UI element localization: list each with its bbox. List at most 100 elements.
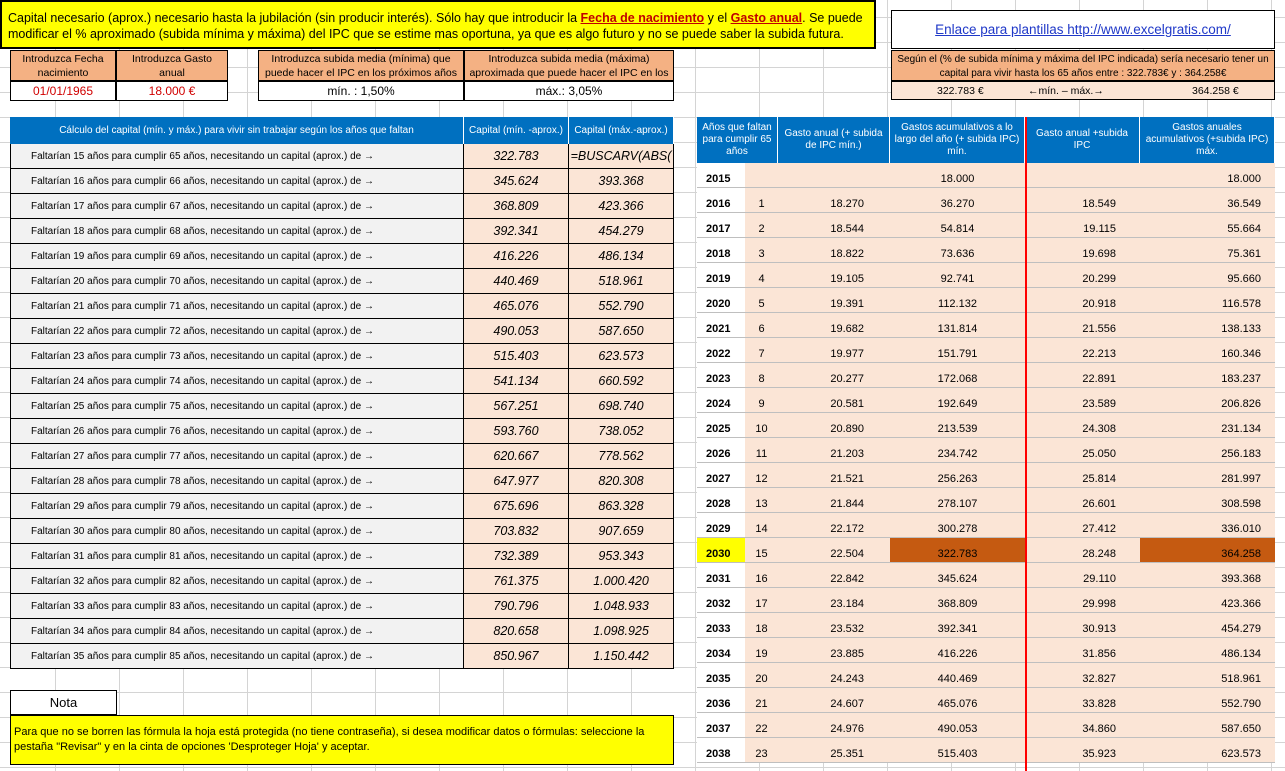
capital-row-description[interactable]: Faltarían 17 años para cumplir 67 años, … (10, 194, 464, 218)
year-row-years-left[interactable]: 22 (745, 713, 778, 737)
year-row-year[interactable]: 2022 (697, 338, 745, 362)
year-row-year[interactable]: 2033 (697, 613, 745, 637)
year-row-accum-min[interactable]: 515.403 (890, 738, 1025, 762)
year-row-year[interactable]: 2021 (697, 313, 745, 337)
capital-row-min[interactable]: 541.134 (464, 369, 569, 393)
year-row-annual-max[interactable]: 22.213 (1025, 338, 1140, 362)
year-row-accum-min[interactable]: 192.649 (890, 388, 1025, 412)
capital-row-description[interactable]: Faltarían 23 años para cumplir 73 años, … (10, 344, 464, 368)
capital-row-description[interactable]: Faltarían 29 años para cumplir 79 años, … (10, 494, 464, 518)
year-row-annual-max[interactable] (1025, 163, 1140, 187)
year-row-annual-min[interactable]: 20.277 (778, 363, 890, 387)
capital-row-max[interactable]: 1.000.420 (569, 569, 674, 593)
capital-row-description[interactable]: Faltarían 30 años para cumplir 80 años, … (10, 519, 464, 543)
year-row-annual-min[interactable]: 19.391 (778, 288, 890, 312)
capital-row-max[interactable]: 423.366 (569, 194, 674, 218)
capital-row-min[interactable]: 567.251 (464, 394, 569, 418)
year-row-accum-max[interactable]: 36.549 (1140, 188, 1275, 212)
year-row-annual-min[interactable]: 23.885 (778, 638, 890, 662)
year-row-accum-max[interactable]: 138.133 (1140, 313, 1275, 337)
year-row-years-left[interactable]: 8 (745, 363, 778, 387)
capital-row-description[interactable]: Faltarían 33 años para cumplir 83 años, … (10, 594, 464, 618)
year-row-accum-max[interactable]: 393.368 (1140, 563, 1275, 587)
capital-row-max[interactable]: =BUSCARV(ABS( (569, 144, 674, 168)
capital-row-min[interactable]: 416.226 (464, 244, 569, 268)
year-row-year[interactable]: 2018 (697, 238, 745, 262)
year-row-accum-max[interactable]: 183.237 (1140, 363, 1275, 387)
year-row-years-left[interactable]: 10 (745, 413, 778, 437)
capital-row-min[interactable]: 703.832 (464, 519, 569, 543)
year-row-years-left[interactable]: 15 (745, 538, 778, 562)
capital-row-min[interactable]: 322.783 (464, 144, 569, 168)
year-row-annual-min[interactable]: 24.243 (778, 663, 890, 687)
year-row-annual-max[interactable]: 25.814 (1025, 463, 1140, 487)
year-row-annual-min[interactable]: 22.504 (778, 538, 890, 562)
year-row-annual-max[interactable]: 31.856 (1025, 638, 1140, 662)
year-row-years-left[interactable]: 21 (745, 688, 778, 712)
year-row-annual-max[interactable]: 20.918 (1025, 288, 1140, 312)
year-row-annual-max[interactable]: 29.998 (1025, 588, 1140, 612)
capital-row-min[interactable]: 820.658 (464, 619, 569, 643)
year-row-year[interactable]: 2023 (697, 363, 745, 387)
capital-row-min[interactable]: 761.375 (464, 569, 569, 593)
year-row-accum-max[interactable]: 206.826 (1140, 388, 1275, 412)
year-row-year[interactable]: 2036 (697, 688, 745, 712)
year-row-accum-max[interactable]: 116.578 (1140, 288, 1275, 312)
capital-row-description[interactable]: Faltarían 18 años para cumplir 68 años, … (10, 219, 464, 243)
capital-row-max[interactable]: 552.790 (569, 294, 674, 318)
year-row-annual-max[interactable]: 34.860 (1025, 713, 1140, 737)
year-row-accum-min[interactable]: 322.783 (890, 538, 1025, 562)
capital-row-min[interactable]: 850.967 (464, 644, 569, 668)
year-row-year[interactable]: 2020 (697, 288, 745, 312)
year-row-annual-min[interactable]: 19.682 (778, 313, 890, 337)
year-row-accum-min[interactable]: 345.624 (890, 563, 1025, 587)
year-row-annual-max[interactable]: 35.923 (1025, 738, 1140, 762)
year-row-annual-min[interactable]: 23.532 (778, 613, 890, 637)
year-row-accum-max[interactable]: 231.134 (1140, 413, 1275, 437)
year-row-year[interactable]: 2030 (697, 538, 745, 562)
year-row-year[interactable]: 2026 (697, 438, 745, 462)
capital-row-max[interactable]: 738.052 (569, 419, 674, 443)
year-row-year[interactable]: 2037 (697, 713, 745, 737)
year-row-years-left[interactable]: 18 (745, 613, 778, 637)
capital-row-description[interactable]: Faltarían 32 años para cumplir 82 años, … (10, 569, 464, 593)
year-row-accum-min[interactable]: 151.791 (890, 338, 1025, 362)
year-row-accum-min[interactable]: 172.068 (890, 363, 1025, 387)
year-row-accum-min[interactable]: 213.539 (890, 413, 1025, 437)
year-row-years-left[interactable]: 9 (745, 388, 778, 412)
year-row-accum-min[interactable]: 18.000 (890, 163, 1025, 187)
year-row-accum-min[interactable]: 465.076 (890, 688, 1025, 712)
capital-row-max[interactable]: 953.343 (569, 544, 674, 568)
capital-row-max[interactable]: 1.048.933 (569, 594, 674, 618)
year-row-years-left[interactable]: 6 (745, 313, 778, 337)
capital-row-min[interactable]: 620.667 (464, 444, 569, 468)
capital-row-max[interactable]: 907.659 (569, 519, 674, 543)
year-row-year[interactable]: 2025 (697, 413, 745, 437)
year-row-accum-max[interactable]: 486.134 (1140, 638, 1275, 662)
capital-row-max[interactable]: 623.573 (569, 344, 674, 368)
year-row-annual-min[interactable]: 18.270 (778, 188, 890, 212)
birth-date-input[interactable]: 01/01/1965 (10, 81, 116, 101)
year-row-years-left[interactable]: 7 (745, 338, 778, 362)
year-row-annual-max[interactable]: 22.891 (1025, 363, 1140, 387)
capital-row-description[interactable]: Faltarían 27 años para cumplir 77 años, … (10, 444, 464, 468)
max-ipc-input[interactable]: máx.: 3,05% (464, 81, 674, 101)
capital-row-description[interactable]: Faltarían 35 años para cumplir 85 años, … (10, 644, 464, 668)
year-row-annual-max[interactable]: 20.299 (1025, 263, 1140, 287)
capital-row-description[interactable]: Faltarían 26 años para cumplir 76 años, … (10, 419, 464, 443)
capital-row-max[interactable]: 1.098.925 (569, 619, 674, 643)
year-row-accum-max[interactable]: 160.346 (1140, 338, 1275, 362)
capital-row-min[interactable]: 675.696 (464, 494, 569, 518)
capital-row-min[interactable]: 440.469 (464, 269, 569, 293)
year-row-annual-min[interactable]: 21.844 (778, 488, 890, 512)
year-row-annual-min[interactable]: 18.822 (778, 238, 890, 262)
year-row-annual-max[interactable]: 21.556 (1025, 313, 1140, 337)
year-row-accum-min[interactable]: 278.107 (890, 488, 1025, 512)
capital-row-description[interactable]: Faltarían 28 años para cumplir 78 años, … (10, 469, 464, 493)
capital-row-description[interactable]: Faltarían 31 años para cumplir 81 años, … (10, 544, 464, 568)
year-row-annual-min[interactable]: 24.607 (778, 688, 890, 712)
year-row-annual-max[interactable]: 28.248 (1025, 538, 1140, 562)
capital-row-description[interactable]: Faltarían 20 años para cumplir 70 años, … (10, 269, 464, 293)
capital-row-description[interactable]: Faltarían 19 años para cumplir 69 años, … (10, 244, 464, 268)
year-row-annual-max[interactable]: 32.827 (1025, 663, 1140, 687)
